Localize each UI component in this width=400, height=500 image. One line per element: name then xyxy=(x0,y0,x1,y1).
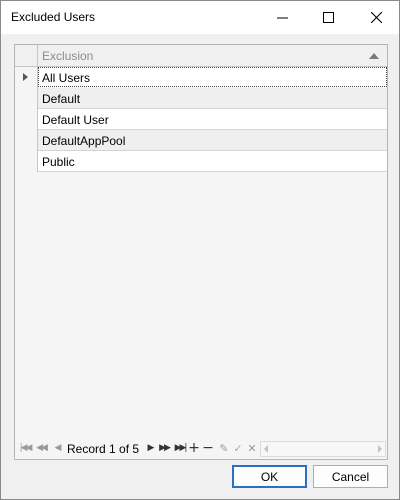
table-cell[interactable]: All Users xyxy=(38,67,387,87)
minimize-button[interactable] xyxy=(259,1,305,34)
table-row[interactable]: DefaultAppPool xyxy=(15,130,387,151)
first-record-icon[interactable]: |◀◀ xyxy=(18,440,33,456)
cancel-button[interactable]: Cancel xyxy=(313,465,388,488)
append-record-icon[interactable]: + xyxy=(187,440,201,456)
table-cell[interactable]: DefaultAppPool xyxy=(38,130,387,151)
cancel-edit-icon[interactable]: ✕ xyxy=(245,440,259,456)
edit-record-icon[interactable]: ✎ xyxy=(217,440,231,456)
title-bar: Excluded Users xyxy=(1,1,399,34)
header-indicator-cell xyxy=(15,45,38,67)
table-row[interactable]: Default xyxy=(15,88,387,109)
close-button[interactable] xyxy=(353,1,399,34)
row-indicator xyxy=(15,109,38,130)
table-cell[interactable]: Default xyxy=(38,88,387,109)
window-title: Excluded Users xyxy=(11,10,96,24)
scroll-left-icon[interactable] xyxy=(264,445,268,453)
row-indicator xyxy=(15,151,38,172)
table-cell[interactable]: Public xyxy=(38,151,387,172)
record-indicator: Record 1 of 5 xyxy=(67,442,140,456)
data-navigator: |◀◀ ◀◀ ◀ Record 1 of 5 ▶ ▶▶ ▶▶| + − ✎ ✓ … xyxy=(15,437,387,459)
row-indicator xyxy=(15,130,38,151)
next-page-icon[interactable]: ▶▶ xyxy=(157,440,171,456)
table-row[interactable]: Default User xyxy=(15,109,387,130)
ok-button[interactable]: OK xyxy=(232,465,307,488)
remove-record-icon[interactable]: − xyxy=(201,440,215,456)
last-record-icon[interactable]: ▶▶| xyxy=(173,440,188,456)
previous-page-icon[interactable]: ◀◀ xyxy=(34,440,48,456)
previous-record-icon[interactable]: ◀ xyxy=(50,440,64,456)
excluded-users-dialog: Excluded Users Exclusion All Users Defau… xyxy=(0,0,400,500)
scroll-right-icon[interactable] xyxy=(378,445,382,453)
end-edit-icon[interactable]: ✓ xyxy=(231,440,245,456)
column-header-exclusion[interactable]: Exclusion xyxy=(38,45,387,67)
table-row[interactable]: Public xyxy=(15,151,387,172)
close-icon xyxy=(370,12,382,23)
table-cell[interactable]: Default User xyxy=(38,109,387,130)
table-row[interactable]: All Users xyxy=(15,67,387,88)
maximize-button[interactable] xyxy=(305,1,351,34)
current-row-arrow-icon xyxy=(23,73,28,81)
grid-rows: All Users Default Default User DefaultAp… xyxy=(15,67,387,172)
row-indicator xyxy=(15,88,38,109)
horizontal-scrollbar[interactable] xyxy=(260,441,386,457)
minimize-icon xyxy=(276,17,288,19)
sort-ascending-icon xyxy=(369,53,379,59)
exclusion-grid[interactable]: Exclusion All Users Default Default User… xyxy=(14,44,388,460)
maximize-icon xyxy=(322,12,334,23)
row-indicator xyxy=(15,67,38,88)
column-header-label: Exclusion xyxy=(42,49,94,63)
next-record-icon[interactable]: ▶ xyxy=(143,440,157,456)
